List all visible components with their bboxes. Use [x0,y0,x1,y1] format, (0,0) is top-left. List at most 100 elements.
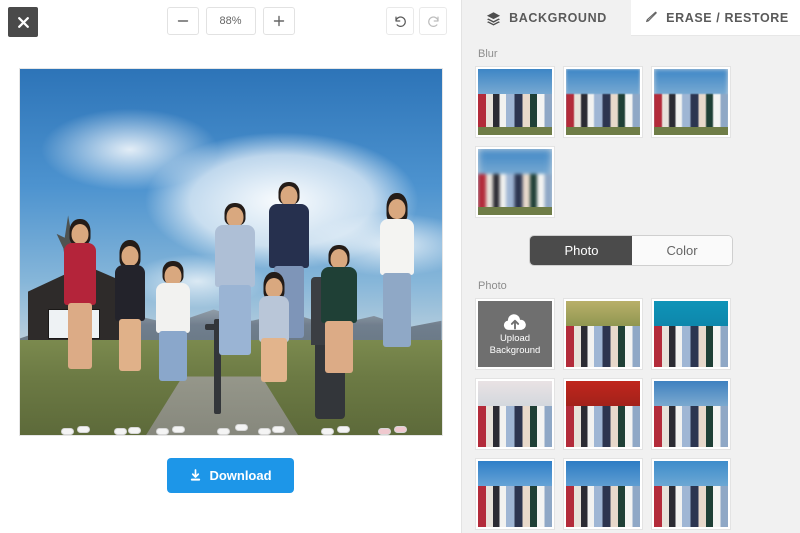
mode-toggle: Photo Color [529,235,733,266]
thumb-people [478,486,552,527]
edited-photo[interactable] [18,68,443,436]
download-button[interactable]: Download [167,458,294,493]
background-thumbnail-autumn-red[interactable] [564,379,642,449]
person [108,240,152,435]
torso [320,267,357,324]
shoe [61,428,75,435]
shoe [393,426,407,433]
download-button-label: Download [209,468,272,483]
legs [324,321,353,374]
thumb-people [566,406,640,447]
redo-button[interactable] [419,7,447,35]
shoe [114,428,128,435]
torso [258,295,289,342]
zoom-out-button[interactable] [166,7,199,35]
thumb-people [478,406,552,447]
tab-erase-restore[interactable]: ERASE / RESTORE [631,0,800,36]
upload-label-line1: Upload [499,333,531,344]
torso [64,242,97,305]
photo-section-label: Photo [478,280,507,292]
editor-area: 88% Download [0,0,461,533]
legs [68,302,93,369]
thumb-ground [566,127,640,135]
shoe [336,426,350,433]
undo-button[interactable] [386,7,414,35]
download-icon [191,469,201,481]
background-thumbnail-forest[interactable] [564,299,642,369]
thumb-people [654,486,728,527]
tab-background[interactable]: BACKGROUND [462,0,631,36]
undo-icon [394,15,406,27]
tab-erase-restore-label: ERASE / RESTORE [666,10,789,25]
download-area: Download [0,458,461,493]
minus-icon [177,20,188,22]
shoe [156,428,170,435]
background-thumbnail-teal-studio[interactable] [652,299,730,369]
shoe [257,428,271,435]
upload-background-button[interactable]: Upload Background [476,299,554,369]
legs [119,319,142,371]
cloud-upload-icon [503,314,526,330]
person [374,192,420,435]
brush-icon [646,11,658,22]
thumb-ground [654,127,728,135]
shoe [320,428,334,435]
shoe [377,428,391,435]
blur-thumbnail-1[interactable] [476,67,554,137]
torso [115,265,146,321]
legs [159,331,188,382]
thumb-people [654,406,728,447]
background-remover-app: 88% Download BACKGROUND ERASE / RESTORE … [0,0,800,533]
plus-icon [273,15,284,27]
background-thumbnail-golden-gate[interactable] [564,459,642,529]
background-panel: BACKGROUND ERASE / RESTORE Blur Photo Co… [461,0,800,533]
tab-background-label: BACKGROUND [509,11,607,25]
shoe [235,424,249,431]
blur-section-label: Blur [478,48,498,60]
mode-toggle-row: Photo Color [476,235,786,266]
legs [260,337,287,382]
zoom-in-button[interactable] [262,7,295,35]
head [280,186,298,207]
background-thumbnail-blue-sky-clouds[interactable] [476,459,554,529]
torso [379,218,414,275]
torso [269,204,310,269]
close-button[interactable] [8,7,38,37]
person [57,218,103,435]
head [121,246,139,266]
history-controls [386,7,447,35]
image-canvas[interactable] [0,44,461,444]
person [252,271,296,435]
head [226,207,244,228]
panel-body: Blur Photo Color Photo Upload Background [462,36,800,533]
torso [215,225,256,288]
head [265,277,283,298]
shoe [172,426,186,433]
thumb-people [566,326,640,367]
blur-thumbnail-grid [476,67,786,217]
photo-thumbnail-grid: Upload Background [476,299,786,529]
head [388,198,406,219]
toggle-option-photo[interactable]: Photo [530,236,633,265]
person [315,245,363,435]
legs [382,272,411,347]
upload-label-line2: Background [489,345,541,356]
layers-icon [487,11,501,26]
shoe [217,428,231,435]
background-thumbnail-coastal-cliff[interactable] [652,459,730,529]
zoom-controls: 88% [166,7,295,35]
thumb-ground [478,127,552,135]
shoe [271,426,285,433]
blur-thumbnail-2[interactable] [564,67,642,137]
torso [156,283,191,334]
zoom-level-display: 88% [205,7,256,35]
blur-thumbnail-3[interactable] [652,67,730,137]
head [71,223,89,244]
legs [219,285,252,356]
person [150,261,196,435]
background-thumbnail-mountain-cabin[interactable] [652,379,730,449]
background-thumbnail-city-skyline[interactable] [476,379,554,449]
head [330,249,348,270]
blur-thumbnail-4[interactable] [476,147,554,217]
toggle-option-color[interactable]: Color [632,236,732,265]
